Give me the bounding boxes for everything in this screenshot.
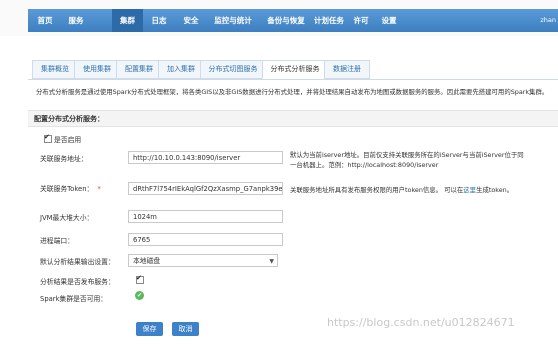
main-nav: 首页 服务 集群 日志 安全 监控与统计 备份与恢复 计划任务 许可 设置 zh… xyxy=(28,9,558,32)
token-input[interactable]: dRthF7l754rIEkAqlGf2QzXasmp_G7anpk39e xyxy=(128,182,283,195)
token-hint: 关联服务地址所具有发布服务权限的用户token信息。 可以在这里生成token。 xyxy=(290,186,514,194)
tab-join-cluster[interactable]: 加入集群 xyxy=(158,60,204,79)
enable-label: 是否启用 xyxy=(54,136,82,144)
watermark: https://blog.csdn.net/u012824671 xyxy=(327,316,515,329)
publish-service-label: 分析结果是否发布服务： xyxy=(40,278,115,286)
output-setting-select[interactable]: 本地磁盘 ▼ xyxy=(128,254,278,267)
iserver-address-input[interactable]: http://10.10.0.143:8090/iserver xyxy=(128,151,283,164)
publish-service-checkbox[interactable] xyxy=(136,274,144,284)
tab-distributed-tiling[interactable]: 分布式切图服务 xyxy=(200,60,266,79)
nav-item-cluster[interactable]: 集群 xyxy=(112,9,143,32)
tab-data-registration[interactable]: 数据注册 xyxy=(324,60,370,79)
nav-item-logs[interactable]: 日志 xyxy=(145,9,173,32)
section-header: 配置分布式分析服务： xyxy=(28,110,558,127)
tabs-divider xyxy=(28,79,558,80)
tab-configure-cluster[interactable]: 配置集群 xyxy=(116,60,162,79)
spark-available-label: Spark集群是否可用： xyxy=(40,295,108,303)
process-port-label: 进程端口： xyxy=(40,237,74,245)
jvm-heap-label: JVM最大堆大小： xyxy=(40,214,94,222)
chevron-down-icon: ▼ xyxy=(269,258,274,265)
iserver-address-hint: 默认为当前iserver地址。目前仅支持关联服务所在的iServer与当前iSe… xyxy=(290,151,524,169)
iserver-address-label: 关联服务地址： xyxy=(40,155,88,163)
jvm-heap-input[interactable]: 1024m xyxy=(128,210,283,223)
process-port-input[interactable]: 6765 xyxy=(128,233,283,246)
nav-item-scheduled-tasks[interactable]: 计划任务 xyxy=(310,9,348,32)
tab-use-cluster[interactable]: 使用集群 xyxy=(74,60,120,79)
service-description: 分布式分析服务是通过使用Spark分布式处理框架，将各类GIS以及非GIS数据进… xyxy=(36,88,549,96)
section-title: 配置分布式分析服务： xyxy=(34,115,104,123)
nav-item-services[interactable]: 服务 xyxy=(62,9,90,32)
cluster-tabs: 集群概览 使用集群 配置集群 加入集群 分布式切图服务 分布式分析服务 数据注册 xyxy=(28,60,558,80)
token-label: 关联服务Token： * xyxy=(40,185,101,193)
enable-checkbox[interactable] xyxy=(44,133,52,143)
nav-item-backup[interactable]: 备份与恢复 xyxy=(262,9,310,32)
nav-item-home[interactable]: 首页 xyxy=(28,9,62,32)
check-circle-icon: ✔ xyxy=(135,291,144,300)
nav-item-settings[interactable]: 设置 xyxy=(376,9,402,32)
tab-distributed-analysis[interactable]: 分布式分析服务 xyxy=(262,60,328,79)
token-generate-link[interactable]: 这里 xyxy=(463,186,476,194)
cancel-button[interactable]: 取消 xyxy=(172,322,199,336)
tab-cluster-overview[interactable]: 集群概览 xyxy=(32,60,78,79)
current-user[interactable]: zhan xyxy=(540,9,556,32)
nav-item-monitoring[interactable]: 监控与统计 xyxy=(208,9,258,32)
save-button[interactable]: 保存 xyxy=(136,322,163,336)
output-setting-label: 默认分析结果输出设置： xyxy=(40,258,115,266)
nav-item-security[interactable]: 安全 xyxy=(177,9,205,32)
nav-item-license[interactable]: 许可 xyxy=(348,9,374,32)
